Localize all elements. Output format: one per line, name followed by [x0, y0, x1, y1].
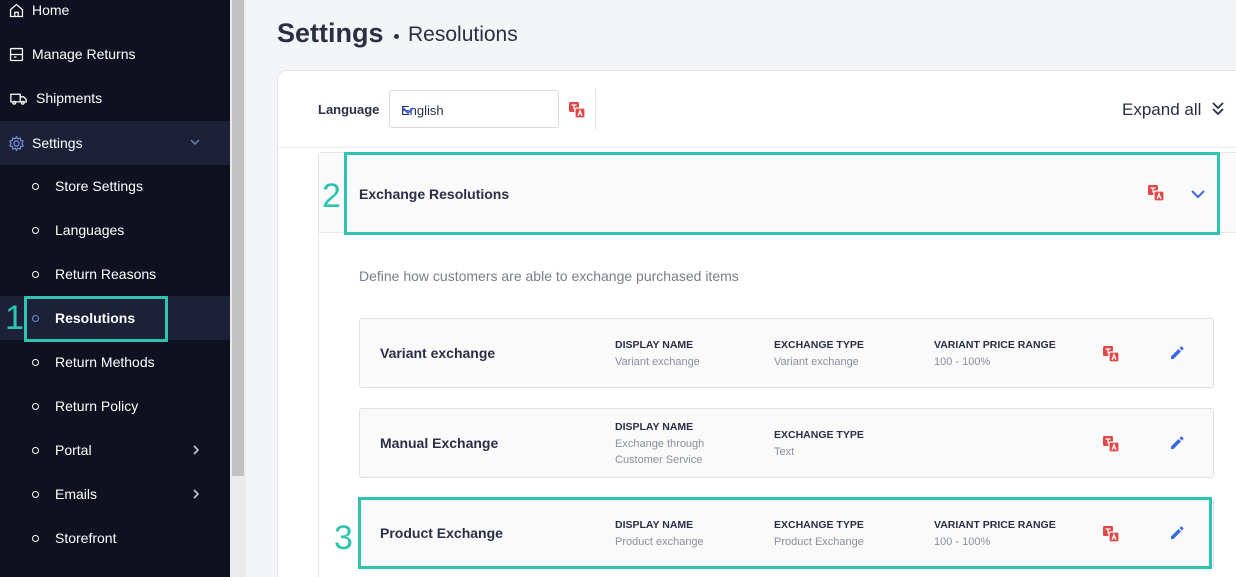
- chevron-right-icon: [190, 443, 204, 457]
- sidebar-subitem-return-methods[interactable]: Return Methods: [0, 340, 230, 384]
- column-value: Customer Service: [615, 454, 703, 466]
- sidebar-subitem-storefront[interactable]: Storefront: [0, 516, 230, 560]
- edit-pencil-icon[interactable]: [1169, 435, 1185, 451]
- sidebar-item-label: Settings: [32, 135, 83, 151]
- chevron-right-icon: [190, 487, 204, 501]
- gear-icon: [6, 133, 26, 153]
- sidebar-item-label: Shipments: [36, 90, 103, 106]
- sidebar-item-settings[interactable]: Settings: [0, 121, 230, 165]
- sidebar-item-manage-returns[interactable]: Manage Returns: [0, 32, 230, 76]
- column-label: DISPLAY NAME: [615, 421, 694, 433]
- page-title: Settings: [277, 18, 384, 48]
- sidebar-subitem-emails[interactable]: Emails: [0, 472, 230, 516]
- annotation-box-1: [24, 296, 168, 342]
- sidebar-subitem-languages[interactable]: Languages: [0, 208, 230, 252]
- divider: [278, 147, 1236, 148]
- column-value: Variant exchange: [615, 356, 700, 368]
- annotation-number-3: 3: [334, 519, 353, 557]
- translate-icon[interactable]: [1102, 435, 1120, 453]
- sidebar-subitem-label: Storefront: [55, 530, 117, 546]
- edit-pencil-icon[interactable]: [1169, 345, 1185, 361]
- exchange-type-column: EXCHANGE TYPE Text: [774, 429, 864, 460]
- resolution-row-manual-exchange: Manual Exchange DISPLAY NAME Exchange th…: [359, 408, 1214, 478]
- bullet-icon: [32, 270, 39, 278]
- column-label: DISPLAY NAME: [615, 339, 694, 351]
- bullet-icon: [32, 226, 39, 234]
- annotation-box-3: [358, 497, 1212, 569]
- sidebar-subitem-label: Return Reasons: [55, 266, 157, 282]
- sidebar-item-label: Manage Returns: [32, 46, 136, 62]
- column-label: EXCHANGE TYPE: [774, 429, 864, 441]
- row-title: Variant exchange: [380, 345, 496, 361]
- row-title: Manual Exchange: [380, 435, 499, 451]
- column-value: 100 - 100%: [934, 356, 991, 368]
- language-label: Language: [318, 102, 380, 117]
- language-select[interactable]: English: [389, 90, 559, 128]
- column-value: Variant exchange: [774, 356, 859, 368]
- resolution-row-variant-exchange: Variant exchange DISPLAY NAME Variant ex…: [359, 318, 1214, 388]
- sidebar: Home Manage Returns Shipments Settings S…: [0, 0, 230, 577]
- display-name-column: DISPLAY NAME Exchange through Customer S…: [615, 421, 704, 468]
- bullet-icon: [32, 358, 39, 366]
- sidebar-subitem-return-policy[interactable]: Return Policy: [0, 384, 230, 428]
- title-separator: [394, 34, 399, 39]
- sidebar-item-label: Home: [32, 2, 70, 18]
- sidebar-subitem-portal[interactable]: Portal: [0, 428, 230, 472]
- translate-icon[interactable]: [1102, 345, 1120, 363]
- column-value: Text: [774, 446, 795, 458]
- chevron-down-icon: [188, 135, 204, 151]
- bullet-icon: [32, 182, 39, 190]
- bullet-icon: [32, 446, 39, 454]
- toolbar-divider: [595, 88, 596, 130]
- bullet-icon: [32, 490, 39, 498]
- column-label: EXCHANGE TYPE: [774, 339, 864, 351]
- returns-icon: [6, 44, 26, 64]
- page-subtitle: Resolutions: [408, 23, 518, 46]
- sidebar-scrollbar-thumb[interactable]: [232, 0, 244, 476]
- bullet-icon: [32, 534, 39, 542]
- sidebar-subitem-label: Return Methods: [55, 354, 155, 370]
- bullet-icon: [32, 402, 39, 410]
- column-value: Exchange through: [615, 438, 705, 450]
- home-icon: [6, 0, 26, 20]
- sidebar-subitem-return-reasons[interactable]: Return Reasons: [0, 252, 230, 296]
- exchange-type-column: EXCHANGE TYPE Variant exchange: [774, 339, 864, 370]
- sidebar-subitem-label: Return Policy: [55, 398, 139, 414]
- sidebar-item-home[interactable]: Home: [0, 0, 230, 32]
- sidebar-subitem-label: Portal: [55, 442, 92, 458]
- translate-icon[interactable]: [568, 101, 586, 119]
- annotation-number-1: 1: [5, 299, 24, 337]
- column-label: VARIANT PRICE RANGE: [934, 339, 1056, 351]
- sidebar-subitem-label: Emails: [55, 486, 98, 502]
- price-range-column: VARIANT PRICE RANGE 100 - 100%: [934, 339, 1056, 370]
- section-description: Define how customers are able to exchang…: [359, 268, 739, 284]
- sidebar-item-shipments[interactable]: Shipments: [0, 76, 230, 120]
- sidebar-subitem-store-settings[interactable]: Store Settings: [0, 164, 230, 208]
- annotation-box-2: [344, 152, 1220, 235]
- display-name-column: DISPLAY NAME Variant exchange: [615, 339, 700, 370]
- chevron-down-icon: [401, 103, 415, 117]
- truck-icon: [8, 88, 28, 108]
- sidebar-subitem-label: Store Settings: [55, 178, 143, 194]
- double-chevron-down-icon[interactable]: [1210, 100, 1226, 118]
- sidebar-subitem-label: Languages: [55, 222, 125, 238]
- annotation-number-2: 2: [322, 177, 341, 215]
- expand-all-button[interactable]: Expand all: [1122, 100, 1201, 120]
